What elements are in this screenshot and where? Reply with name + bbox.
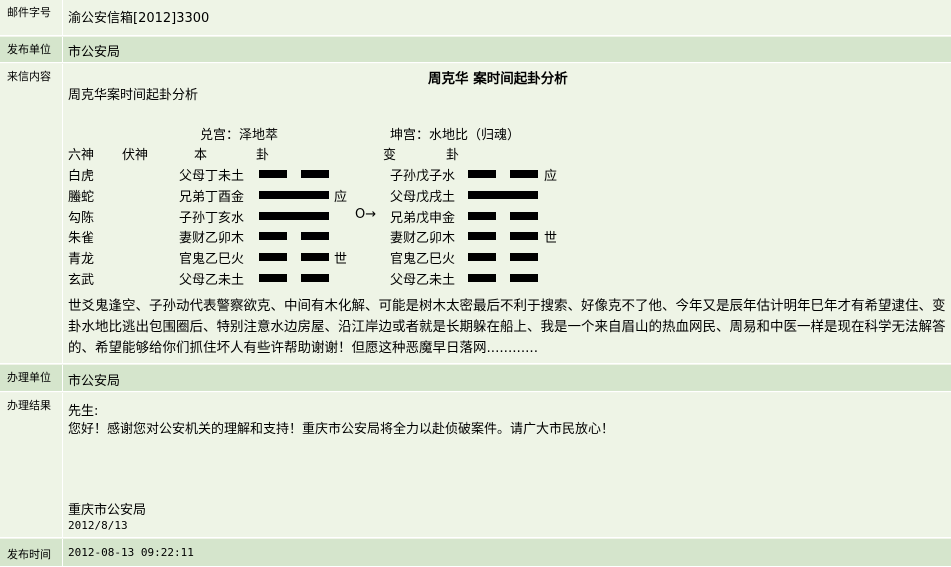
result-date: 2012/8/13 — [68, 519, 128, 532]
result-greeting: 先生: — [68, 404, 99, 419]
analysis-paragraph: 世爻鬼逢空、子孙动代表警察欲克、中间有木化解、可能是树木太密最后不利于搜索、好像… — [68, 298, 946, 356]
gua-right-header: 坤宫：水地比（归魂） — [390, 128, 521, 143]
line-4-bian-yin-bar-right — [510, 253, 538, 261]
line-3-liushen: 朱雀 — [68, 231, 95, 246]
line-4-ben-mark: 世 — [334, 252, 348, 267]
line-5-ben-text: 父母乙未土 — [179, 273, 245, 288]
result-signature: 重庆市公安局 — [68, 503, 147, 518]
line-3-ben-yin-bar-right — [301, 232, 329, 240]
line-1-ben-text: 兄弟丁酉金 — [179, 190, 245, 205]
publish-time-label: 发布时间 — [7, 548, 51, 561]
line-1-bian-text: 父母戊戌土 — [390, 190, 456, 205]
line-0-ben-yin-bar-left — [259, 170, 287, 178]
line-3-bian-text: 妻财乙卯木 — [390, 231, 456, 246]
line-0-bian-yin-bar-left — [468, 170, 496, 178]
post-number-value: 渝公安信箱[2012]3300 — [62, 0, 951, 35]
handler-label: 办理单位 — [7, 371, 51, 384]
line-5-bian-yin-bar-right — [510, 274, 538, 282]
line-5-liushen: 玄武 — [68, 273, 95, 288]
publish-time-value: 2012-08-13 09:22:11 — [62, 539, 951, 566]
line-5-ben-yin-bar-left — [259, 274, 287, 282]
publisher-value: 市公安局 — [62, 37, 951, 62]
line-4-ben-text: 官鬼乙巳火 — [179, 252, 245, 267]
publisher-label: 发布单位 — [7, 43, 51, 56]
letter-title: 周克华 案时间起卦分析 — [428, 71, 568, 87]
col-gua2: 卦 — [446, 148, 460, 163]
line-2-liushen: 勾陈 — [68, 211, 95, 226]
line-1-ben-mark: 应 — [334, 190, 348, 205]
col-ben: 本 — [194, 148, 208, 163]
line-3-bian-yin-bar-right — [510, 232, 538, 240]
line-0-ben-text: 父母丁未土 — [179, 169, 245, 184]
line-5-bian-text: 父母乙未土 — [390, 273, 456, 288]
line-4-liushen: 青龙 — [68, 252, 95, 267]
line-1-liushen: 螣蛇 — [68, 190, 95, 205]
line-3-bian-yin-bar-left — [468, 232, 496, 240]
line-5-bian-yin-bar-left — [468, 274, 496, 282]
line-0-bian-mark: 应 — [544, 169, 558, 184]
line-2-bian-yin-bar-left — [468, 212, 496, 220]
letter-content: 周克华 案时间起卦分析 周克华案时间起卦分析 兑宫：泽地萃 坤宫：水地比（归魂）… — [62, 64, 951, 363]
line-1-bian-yang-bar — [468, 191, 538, 199]
handler-value: 市公安局 — [62, 365, 951, 391]
col-bian: 变 — [383, 148, 397, 163]
gua-left-header: 兑宫：泽地萃 — [200, 128, 279, 143]
line-0-liushen: 白虎 — [68, 169, 95, 184]
row-publisher: 发布单位 市公安局 — [0, 37, 951, 63]
col-fushen: 伏神 — [122, 148, 149, 163]
line-3-bian-mark: 世 — [544, 231, 558, 246]
line-4-bian-text: 官鬼乙巳火 — [390, 252, 456, 267]
result-body: 您好！感谢您对公安机关的理解和支持！重庆市公安局将全力以赴侦破案件。请广大市民放… — [68, 422, 615, 437]
line-4-ben-yin-bar-left — [259, 253, 287, 261]
line-4-ben-yin-bar-right — [301, 253, 329, 261]
line-0-bian-yin-bar-right — [510, 170, 538, 178]
line-3-ben-text: 妻财乙卯木 — [179, 231, 245, 246]
line-2-bian-yin-bar-right — [510, 212, 538, 220]
col-liushen: 六神 — [68, 148, 95, 163]
line-2-ben-text: 子孙丁亥水 — [179, 211, 245, 226]
row-handler: 办理单位 市公安局 — [0, 365, 951, 392]
row-publish-time: 发布时间 2012-08-13 09:22:11 — [0, 539, 951, 567]
row-letter-content: 来信内容 周克华 案时间起卦分析 周克华案时间起卦分析 兑宫：泽地萃 坤宫：水地… — [0, 64, 951, 364]
letter-label: 来信内容 — [7, 70, 51, 83]
letter-subtitle: 周克华案时间起卦分析 — [68, 88, 199, 103]
line-4-bian-yin-bar-left — [468, 253, 496, 261]
post-number-label: 邮件字号 — [7, 6, 51, 19]
row-result: 办理结果 先生: 您好！感谢您对公安机关的理解和支持！重庆市公安局将全力以赴侦破… — [0, 393, 951, 538]
result-content: 先生: 您好！感谢您对公安机关的理解和支持！重庆市公安局将全力以赴侦破案件。请广… — [62, 393, 951, 537]
line-1-ben-yang-bar — [259, 191, 329, 199]
line-2-bian-text: 兄弟戊申金 — [390, 211, 456, 226]
col-gua1: 卦 — [256, 148, 270, 163]
line-5-ben-yin-bar-right — [301, 274, 329, 282]
result-label: 办理结果 — [7, 399, 51, 412]
row-post-number: 邮件字号 渝公安信箱[2012]3300 — [0, 0, 951, 36]
line-0-ben-yin-bar-right — [301, 170, 329, 178]
line-0-bian-text: 子孙戊子水 — [390, 169, 456, 184]
moving-line-marker: O→ — [355, 207, 377, 222]
line-3-ben-yin-bar-left — [259, 232, 287, 240]
line-2-ben-yang-bar — [259, 212, 329, 220]
